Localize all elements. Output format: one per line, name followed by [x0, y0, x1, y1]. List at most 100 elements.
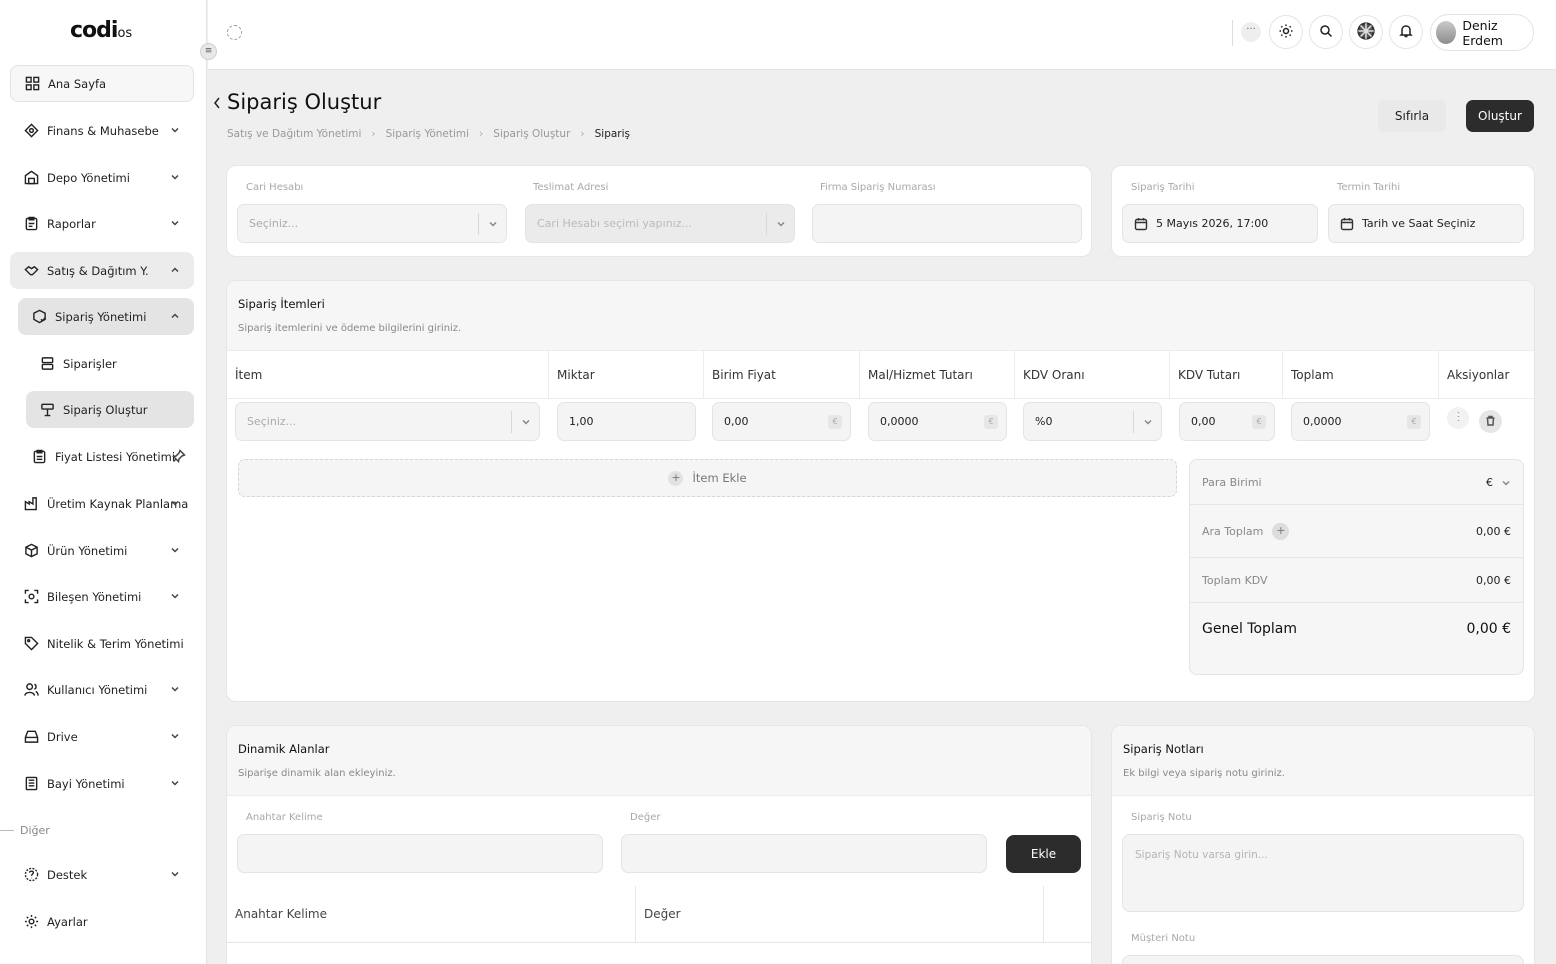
- sidebar-item-order-management[interactable]: Sipariş Yönetimi: [18, 298, 194, 335]
- sidebar-item-sales[interactable]: Satış & Dağıtım Y.: [10, 252, 194, 289]
- customer-note-textarea[interactable]: [1122, 955, 1524, 964]
- sidebar-item-label: Siparişler: [63, 356, 117, 371]
- create-button[interactable]: Oluştur: [1466, 100, 1534, 132]
- sidebar-item-drive[interactable]: Drive: [10, 718, 194, 755]
- sidebar-item-label: Üretim Kaynak Planlama: [47, 496, 189, 511]
- calendar-icon: [1340, 217, 1354, 231]
- back-button[interactable]: [212, 96, 222, 110]
- chevron-down-icon: [511, 411, 539, 433]
- order-notes-subtitle: Ek bilgi veya sipariş notu giriniz.: [1123, 768, 1285, 779]
- value-input[interactable]: [621, 834, 987, 873]
- column-header-item: İtem: [227, 351, 549, 398]
- quantity-input[interactable]: 1,00: [557, 402, 696, 441]
- column-header-vat-rate: KDV Oranı: [1015, 351, 1170, 398]
- notifications-button[interactable]: [1389, 15, 1423, 49]
- dynamic-fields-subtitle: Siparişe dinamik alan ekleyiniz.: [238, 768, 396, 779]
- total-input[interactable]: 0,0000 €: [1291, 402, 1430, 441]
- chevron-down-icon: [170, 683, 180, 693]
- scan-icon: [23, 589, 39, 605]
- sidebar-item-label: Ayarlar: [47, 914, 88, 929]
- row-more-button[interactable]: [1447, 407, 1469, 429]
- breadcrumb-item[interactable]: Sipariş Oluştur: [493, 128, 570, 140]
- dates-card: Sipariş Tarihi 5 Mayıs 2026, 17:00 Termi…: [1111, 165, 1535, 257]
- sidebar-section-other: Diğer: [0, 824, 50, 837]
- pin-icon[interactable]: [171, 449, 186, 464]
- sidebar-item-attributes[interactable]: Nitelik & Terim Yönetimi: [10, 625, 194, 662]
- column-header-vat-amount: KDV Tutarı: [1170, 351, 1283, 398]
- vat-total-value: 0,00 €: [1476, 573, 1511, 587]
- key-input[interactable]: [237, 834, 603, 873]
- handshake-icon: [23, 263, 39, 279]
- goods-amount-input[interactable]: 0,0000 €: [868, 402, 1007, 441]
- vat-amount-input[interactable]: 0,00 €: [1179, 402, 1275, 441]
- search-button[interactable]: [1309, 15, 1343, 49]
- sidebar-item-settings[interactable]: Ayarlar: [10, 903, 194, 940]
- theme-toggle-button[interactable]: [1269, 15, 1303, 49]
- euro-icon: €: [828, 415, 842, 429]
- order-note-textarea[interactable]: Sipariş Notu varsa girin...: [1122, 834, 1524, 912]
- due-date-picker[interactable]: Tarih ve Saat Seçiniz: [1328, 204, 1524, 243]
- subtotal-label: Ara Toplam: [1202, 524, 1264, 538]
- chevron-down-icon: [478, 213, 506, 235]
- company-order-no-input[interactable]: [812, 204, 1082, 243]
- euro-icon: €: [984, 415, 998, 429]
- sidebar-item-production[interactable]: Üretim Kaynak Planlama: [10, 485, 194, 522]
- sidebar-item-users[interactable]: Kullanıcı Yönetimi: [10, 671, 194, 708]
- currency-row[interactable]: Para Birimi €: [1190, 460, 1523, 505]
- sidebar-collapse-button[interactable]: ≡: [200, 43, 217, 60]
- language-button[interactable]: [1349, 15, 1383, 49]
- clipboard-icon: [23, 216, 39, 232]
- order-items-header: Sipariş İtemleri Sipariş itemlerini ve ö…: [227, 281, 1534, 351]
- chevron-down-icon: [1501, 477, 1511, 487]
- user-menu[interactable]: Deniz Erdem: [1430, 14, 1534, 51]
- sidebar-item-products[interactable]: Ürün Yönetimi: [10, 532, 194, 569]
- hard-drive-icon: [23, 729, 39, 745]
- signpost-icon: [39, 402, 55, 418]
- unit-price-value: 0,00: [724, 415, 749, 428]
- vat-amount-value: 0,00: [1191, 415, 1216, 428]
- vat-rate-value: %0: [1035, 415, 1053, 428]
- calendar-icon: [1134, 217, 1148, 231]
- sidebar-item-finance[interactable]: Finans & Muhasebe: [10, 112, 194, 149]
- unit-price-input[interactable]: 0,00 €: [712, 402, 851, 441]
- order-date-picker[interactable]: 5 Mayıs 2026, 17:00: [1122, 204, 1318, 243]
- chevron-down-icon: [766, 213, 794, 235]
- vat-rate-select[interactable]: %0: [1023, 402, 1162, 441]
- add-discount-button[interactable]: +: [1272, 522, 1290, 540]
- account-placeholder: Seçiniz...: [249, 217, 299, 230]
- sidebar-item-support[interactable]: Destek: [10, 856, 194, 893]
- item-select[interactable]: Seçiniz...: [235, 402, 540, 441]
- sidebar-item-home[interactable]: Ana Sayfa: [10, 65, 194, 102]
- sidebar-item-warehouse[interactable]: Depo Yönetimi: [10, 159, 194, 196]
- sidebar-item-create-order[interactable]: Sipariş Oluştur: [26, 391, 194, 428]
- topbar-divider: [1232, 20, 1233, 46]
- breadcrumb-item[interactable]: Satış ve Dağıtım Yönetimi: [227, 128, 361, 140]
- sidebar-item-dealers[interactable]: Bayi Yönetimi: [10, 765, 194, 802]
- add-dynamic-field-button[interactable]: Ekle: [1006, 835, 1081, 873]
- chevron-down-icon: [170, 124, 180, 134]
- sidebar-item-price-list[interactable]: Fiyat Listesi Yönetimi: [18, 438, 194, 475]
- add-item-button[interactable]: + İtem Ekle: [238, 459, 1177, 497]
- box-check-icon: [31, 309, 47, 325]
- reset-button[interactable]: Sıfırla: [1378, 100, 1446, 132]
- add-item-label: İtem Ekle: [692, 471, 747, 485]
- topbar: ··· Deniz Erdem: [208, 0, 1556, 70]
- app-logo[interactable]: codios: [70, 18, 132, 43]
- divider: [227, 398, 1534, 399]
- more-vertical-icon: [1453, 411, 1464, 425]
- sidebar-item-label: Sipariş Yönetimi: [55, 309, 147, 324]
- breadcrumb-item[interactable]: Sipariş Yönetimi: [386, 128, 469, 140]
- more-options-button[interactable]: ···: [1241, 22, 1261, 42]
- address-select[interactable]: Cari Hesabı seçimi yapınız...: [525, 204, 795, 243]
- sidebar-item-orders[interactable]: Siparişler: [26, 345, 194, 382]
- order-date-value: 5 Mayıs 2026, 17:00: [1156, 217, 1269, 230]
- column-header-key: Anahtar Kelime: [227, 886, 636, 942]
- sidebar-item-components[interactable]: Bileşen Yönetimi: [10, 578, 194, 615]
- account-select[interactable]: Seçiniz...: [237, 204, 507, 243]
- sidebar-item-reports[interactable]: Raporlar: [10, 205, 194, 242]
- trash-icon: [1485, 415, 1496, 429]
- delete-row-button[interactable]: [1479, 410, 1502, 433]
- due-date-label: Termin Tarihi: [1337, 182, 1401, 193]
- sidebar-item-label: Satış & Dağıtım Y.: [47, 263, 149, 278]
- key-label: Anahtar Kelime: [246, 812, 323, 823]
